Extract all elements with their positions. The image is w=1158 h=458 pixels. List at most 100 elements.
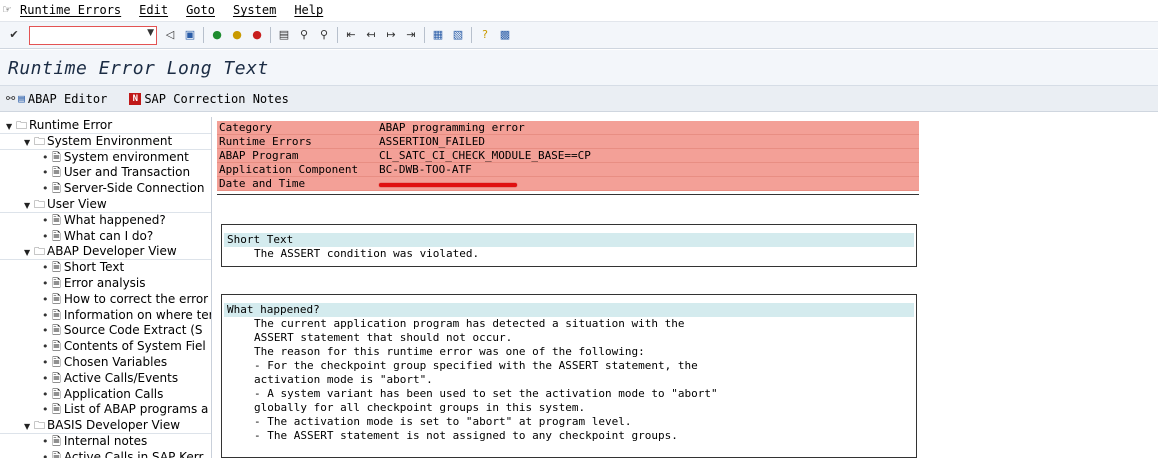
tree-item[interactable]: • 🗎 Chosen Variables [0, 355, 211, 371]
tree-item[interactable]: • 🗎 How to correct the error [0, 292, 211, 308]
document-icon: 🗎 [52, 261, 61, 275]
expand-arrow-icon[interactable]: ▼ [24, 245, 34, 261]
tree-label: List of ABAP programs a [63, 402, 209, 417]
tree-label: User View [47, 197, 107, 211]
menu-bar: ☞ Runtime Errors Edit Goto System Help [0, 0, 1158, 20]
bullet-icon: • [42, 229, 49, 243]
last-page-icon[interactable]: ⇥ [403, 27, 419, 43]
tree-item[interactable]: • 🗎 What happened? [0, 212, 211, 229]
new-session-icon[interactable]: ▦ [430, 27, 446, 43]
tree-label: Short Text [63, 260, 125, 275]
tree-item[interactable]: • 🗎 List of ABAP programs a [0, 402, 211, 418]
bullet-icon: • [42, 150, 49, 164]
menu-dropdown-icon[interactable]: ☞ [2, 4, 14, 16]
find-icon[interactable]: ⚲ [296, 27, 312, 43]
menu-system[interactable]: System [233, 3, 276, 17]
save-icon[interactable]: ▣ [182, 27, 198, 43]
expand-arrow-icon[interactable]: ▼ [6, 119, 16, 135]
folder-icon: 🗀 [34, 134, 45, 148]
command-field[interactable]: ▼ [29, 25, 157, 45]
tree-label: Chosen Variables [63, 355, 168, 369]
expand-arrow-icon[interactable]: ▼ [24, 419, 34, 435]
tree-item[interactable]: • 🗎 Server-Side Connection [0, 181, 211, 197]
tree-label: ABAP Developer View [47, 244, 177, 259]
tree-item[interactable]: • 🗎 System environment [0, 150, 211, 166]
document-icon: 🗎 [52, 403, 61, 417]
tree-item[interactable]: • 🗎 Short Text [0, 260, 211, 276]
tree-item[interactable]: • 🗎 Active Calls in SAP Kerr [0, 450, 211, 458]
text-line: activation mode is "abort". [254, 373, 433, 386]
document-icon: 🗎 [52, 450, 61, 458]
what-happened-body: The current application program has dete… [222, 317, 916, 443]
first-page-icon[interactable]: ⇤ [343, 27, 359, 43]
bullet-icon: • [42, 292, 49, 306]
cancel-icon[interactable]: ● [249, 27, 265, 43]
shortcut-icon[interactable]: ▧ [450, 27, 466, 43]
navigation-tree: ▼ 🗀 Runtime Error ▼ 🗀 System Environment • 🗎 Sys… [0, 117, 212, 458]
tree-label: Runtime Error [29, 118, 113, 132]
abap-editor-button[interactable]: ⚯ ▤ ABAP Editor [6, 92, 107, 106]
text-line: The ASSERT condition was violated. [254, 247, 480, 260]
tree-folder[interactable]: ▼ 🗀 User View [0, 197, 211, 214]
folder-icon: 🗀 [34, 419, 45, 433]
header-value: ASSERTION_FAILED [379, 135, 485, 148]
editor-icon: ▤ [18, 92, 25, 105]
find-next-icon[interactable]: ⚲ [316, 27, 332, 43]
bullet-icon: • [42, 261, 49, 275]
redaction-mark [379, 183, 517, 187]
tree-item[interactable]: • 🗎 Error analysis [0, 276, 211, 292]
menu-goto[interactable]: Goto [186, 3, 215, 17]
short-text-heading: Short Text [224, 233, 914, 247]
tree-folder[interactable]: ▼ 🗀 ABAP Developer View [0, 244, 211, 261]
toolbar-separator [424, 27, 425, 43]
short-text-body: The ASSERT condition was violated. [222, 247, 916, 261]
tree-item[interactable]: • 🗎 What can I do? [0, 228, 211, 245]
tree-item[interactable]: • 🗎 Source Code Extract (S [0, 323, 211, 339]
tree-label: What can I do? [63, 228, 154, 243]
tree-folder[interactable]: ▼ 🗀 System Environment [0, 134, 211, 151]
text-line: The current application program has dete… [254, 317, 685, 330]
bullet-icon: • [42, 435, 49, 448]
toolbar-separator [203, 27, 204, 43]
tree-item[interactable]: • 🗎 Contents of System Fiel [0, 339, 211, 355]
tree-label: What happened? [63, 212, 166, 227]
text-line: - A system variant has been used to set … [254, 387, 718, 400]
chevron-down-icon[interactable]: ▼ [147, 28, 154, 38]
enter-icon[interactable]: ✔ [6, 27, 22, 43]
menu-runtime-errors[interactable]: Runtime Errors [20, 3, 121, 17]
text-line: ASSERT statement that should not occur. [254, 331, 513, 344]
sap-correction-notes-button[interactable]: N SAP Correction Notes [129, 92, 289, 106]
tree-item[interactable]: • 🗎 Active Calls/Events [0, 371, 211, 387]
tree-label: User and Transaction [63, 165, 191, 180]
header-key: Application Component [219, 163, 359, 176]
back-icon[interactable]: ◁ [162, 27, 178, 43]
document-icon: 🗎 [52, 356, 61, 369]
expand-arrow-icon[interactable]: ▼ [24, 135, 34, 151]
text-line: - The ASSERT statement is not assigned t… [254, 429, 678, 442]
expand-arrow-icon[interactable]: ▼ [24, 198, 34, 214]
help-icon[interactable]: ? [477, 27, 493, 43]
prev-page-icon[interactable]: ↤ [363, 27, 379, 43]
exit-icon[interactable]: ● [229, 27, 245, 43]
what-happened-heading: What happened? [224, 303, 914, 317]
command-input[interactable] [30, 26, 138, 44]
tree-folder[interactable]: ▼ 🗀 Runtime Error [0, 118, 211, 135]
tree-item[interactable]: • 🗎 Application Calls [0, 387, 211, 403]
print-icon[interactable]: ▤ [276, 27, 292, 43]
header-row: Runtime Errors ASSERTION_FAILED [217, 135, 919, 149]
next-page-icon[interactable]: ↦ [383, 27, 399, 43]
tree-item[interactable]: • 🗎 User and Transaction [0, 165, 211, 181]
text-line: The reason for this runtime error was on… [254, 345, 645, 358]
back-nav-icon[interactable]: ● [209, 27, 225, 43]
menu-help[interactable]: Help [294, 3, 323, 17]
bullet-icon: • [42, 403, 49, 417]
document-icon: 🗎 [52, 229, 61, 243]
tree-item[interactable]: • 🗎 Information on where ter [0, 308, 211, 324]
layout-icon[interactable]: ▩ [497, 27, 513, 43]
tree-item[interactable]: • 🗎 Internal notes [0, 434, 211, 450]
bullet-icon: • [42, 340, 49, 354]
tree-label: Internal notes [63, 434, 148, 448]
menu-edit[interactable]: Edit [139, 3, 168, 17]
document-icon: 🗎 [52, 277, 61, 290]
tree-folder[interactable]: ▼ 🗀 BASIS Developer View [0, 418, 211, 435]
